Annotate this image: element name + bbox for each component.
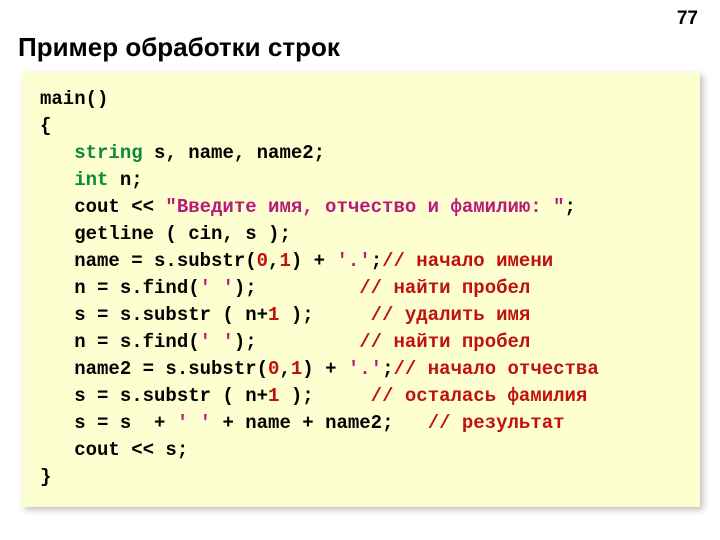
code-text: ) + [291, 250, 337, 272]
code-text: ; [382, 358, 393, 380]
code-line: { [40, 115, 51, 137]
number-literal: 1 [291, 358, 302, 380]
code-text: ); [234, 331, 359, 353]
char-literal: ' ' [177, 412, 211, 434]
code-text: s, name, name2; [143, 142, 325, 164]
code-text [40, 169, 74, 191]
number-literal: 1 [268, 304, 279, 326]
code-text: s = s + [40, 412, 177, 434]
comment: // результат [428, 412, 565, 434]
comment: // найти пробел [359, 331, 530, 353]
code-text: ); [234, 277, 359, 299]
char-literal: '.' [336, 250, 370, 272]
code-text: n; [108, 169, 142, 191]
number-literal: 0 [257, 250, 268, 272]
comment: // найти пробел [359, 277, 530, 299]
comment: // удалить имя [371, 304, 531, 326]
code-text: ); [279, 385, 370, 407]
code-text: n = s.find( [40, 277, 200, 299]
code-line: getline ( cin, s ); [40, 223, 291, 245]
char-literal: '.' [348, 358, 382, 380]
comment: // начало имени [382, 250, 553, 272]
code-text: , [268, 250, 279, 272]
code-text: s = s.substr ( n+ [40, 385, 268, 407]
number-literal: 1 [268, 385, 279, 407]
string-literal: "Введите имя, отчество и фамилию: " [165, 196, 564, 218]
code-text: ; [565, 196, 576, 218]
comment: // осталась фамилия [371, 385, 588, 407]
comment: // начало отчества [394, 358, 599, 380]
code-text: name2 = s.substr( [40, 358, 268, 380]
char-literal: ' ' [200, 331, 234, 353]
char-literal: ' ' [200, 277, 234, 299]
keyword-int: int [74, 169, 108, 191]
code-text: ; [371, 250, 382, 272]
code-text [40, 142, 74, 164]
page-number: 77 [677, 8, 698, 30]
code-line: main() [40, 88, 108, 110]
code-line: } [40, 466, 51, 488]
code-text: n = s.find( [40, 331, 200, 353]
code-text: name = s.substr( [40, 250, 257, 272]
code-text: s = s.substr ( n+ [40, 304, 268, 326]
code-text: ) + [302, 358, 348, 380]
keyword-string: string [74, 142, 142, 164]
code-block: main() { string s, name, name2; int n; c… [22, 72, 700, 507]
code-text: , [279, 358, 290, 380]
number-literal: 0 [268, 358, 279, 380]
number-literal: 1 [279, 250, 290, 272]
slide-title: Пример обработки строк [18, 32, 340, 63]
code-line: cout << s; [40, 439, 188, 461]
code-text: ); [279, 304, 370, 326]
code-text: cout << [40, 196, 165, 218]
code-text: + name + name2; [211, 412, 428, 434]
